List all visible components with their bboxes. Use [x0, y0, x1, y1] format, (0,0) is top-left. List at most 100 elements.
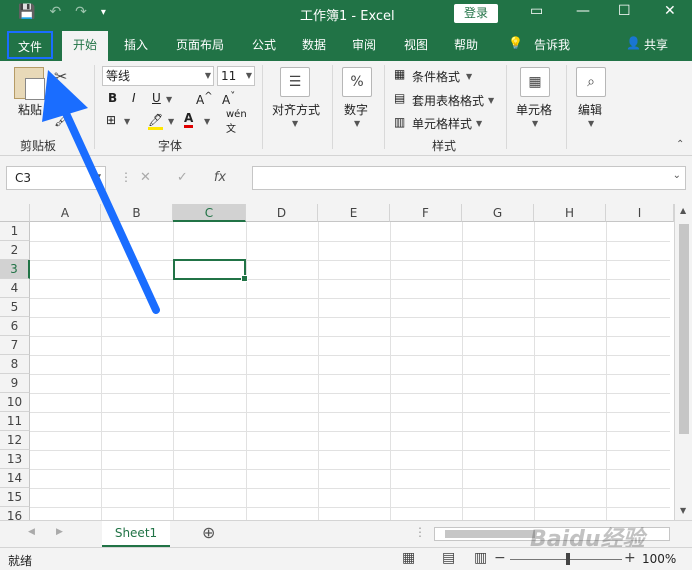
- tab-data[interactable]: 数据: [302, 36, 326, 53]
- italic-button[interactable]: I: [132, 91, 136, 105]
- borders-icon[interactable]: ⊞: [106, 113, 116, 127]
- collapse-ribbon-icon[interactable]: ⌃: [676, 139, 684, 150]
- cells-dropdown-icon[interactable]: ▼: [532, 119, 538, 128]
- cell-style-button[interactable]: 单元格样式: [412, 115, 472, 132]
- scroll-down-icon[interactable]: ▼: [680, 506, 686, 515]
- cell-style-dropdown-icon[interactable]: ▼: [476, 119, 482, 128]
- underline-dropdown-icon[interactable]: ▼: [166, 95, 172, 104]
- selected-cell-c3[interactable]: [173, 259, 248, 282]
- row-header[interactable]: 11: [0, 412, 30, 431]
- cells-button[interactable]: 单元格: [516, 101, 552, 118]
- editing-dropdown-icon[interactable]: ▼: [588, 119, 594, 128]
- column-header[interactable]: E: [318, 204, 390, 222]
- close-icon[interactable]: ✕: [664, 3, 676, 19]
- tab-page-layout[interactable]: 页面布局: [176, 36, 224, 53]
- font-name-select[interactable]: 等线 ▼: [102, 66, 214, 86]
- tab-home[interactable]: 开始: [62, 31, 108, 61]
- table-format-button[interactable]: 套用表格格式: [412, 92, 484, 109]
- row-header[interactable]: 13: [0, 450, 30, 469]
- font-size-select[interactable]: 11 ▼: [217, 66, 255, 86]
- add-sheet-icon[interactable]: ⊕: [202, 523, 215, 542]
- zoom-slider-thumb[interactable]: [566, 553, 570, 565]
- insert-function-icon[interactable]: fx: [214, 166, 226, 190]
- conditional-format-dropdown-icon[interactable]: ▼: [466, 72, 472, 81]
- row-header[interactable]: 4: [0, 279, 30, 298]
- normal-view-icon[interactable]: ▦: [402, 550, 415, 566]
- row-header-selected[interactable]: 3: [0, 260, 30, 279]
- redo-icon[interactable]: ↷: [75, 4, 87, 20]
- page-break-view-icon[interactable]: ▥: [474, 550, 487, 566]
- split-handle-icon[interactable]: ⋮: [414, 525, 426, 539]
- search-icon[interactable]: ⌕: [576, 67, 606, 97]
- alignment-button[interactable]: 对齐方式: [272, 101, 320, 118]
- row-header[interactable]: 14: [0, 469, 30, 488]
- decrease-font-icon[interactable]: A˅: [222, 91, 235, 107]
- ribbon-display-icon[interactable]: ▭: [530, 3, 543, 19]
- column-header[interactable]: G: [462, 204, 534, 222]
- tab-review[interactable]: 审阅: [352, 36, 376, 53]
- number-dropdown-icon[interactable]: ▼: [354, 119, 360, 128]
- font-color-dropdown-icon[interactable]: ▼: [204, 117, 210, 126]
- zoom-out-icon[interactable]: −: [494, 550, 506, 566]
- row-header[interactable]: 10: [0, 393, 30, 412]
- scrollbar-thumb[interactable]: [679, 224, 689, 434]
- table-format-dropdown-icon[interactable]: ▼: [488, 96, 494, 105]
- column-header[interactable]: I: [606, 204, 674, 222]
- row-header[interactable]: 7: [0, 336, 30, 355]
- row-header[interactable]: 2: [0, 241, 30, 260]
- number-button[interactable]: 数字: [344, 101, 368, 118]
- minimize-icon[interactable]: —: [576, 3, 590, 19]
- tab-help[interactable]: 帮助: [454, 36, 478, 53]
- percent-icon[interactable]: %: [342, 67, 372, 97]
- phonetic-icon[interactable]: wén 文: [226, 109, 247, 135]
- paste-icon[interactable]: [14, 67, 45, 100]
- row-header[interactable]: 15: [0, 488, 30, 507]
- share-button[interactable]: 共享: [644, 36, 668, 53]
- column-header[interactable]: B: [101, 204, 173, 222]
- tab-view[interactable]: 视图: [404, 36, 428, 53]
- align-icon[interactable]: ☰: [280, 67, 310, 97]
- underline-button[interactable]: U: [152, 91, 161, 105]
- conditional-format-button[interactable]: 条件格式: [412, 68, 460, 85]
- row-header[interactable]: 8: [0, 355, 30, 374]
- next-sheet-icon[interactable]: ▶: [56, 527, 63, 537]
- tell-me-search[interactable]: 告诉我: [534, 36, 570, 53]
- cut-icon[interactable]: ✂: [54, 67, 67, 86]
- row-header[interactable]: 9: [0, 374, 30, 393]
- page-layout-view-icon[interactable]: ▤: [442, 550, 455, 566]
- vertical-scrollbar[interactable]: ▲ ▼: [674, 204, 692, 520]
- borders-dropdown-icon[interactable]: ▼: [124, 117, 130, 126]
- confirm-icon[interactable]: ✓: [177, 166, 188, 190]
- fill-dropdown-icon[interactable]: ▼: [168, 117, 174, 126]
- undo-icon[interactable]: ↶: [49, 4, 61, 20]
- row-header[interactable]: 5: [0, 298, 30, 317]
- cancel-icon[interactable]: ✕: [140, 166, 151, 190]
- increase-font-icon[interactable]: A^: [196, 91, 213, 107]
- login-button[interactable]: 登录: [454, 4, 498, 23]
- font-color-icon[interactable]: A: [184, 111, 194, 128]
- cells-icon[interactable]: ▦: [520, 67, 550, 97]
- sheet-tab-sheet1[interactable]: Sheet1: [102, 521, 170, 547]
- save-icon[interactable]: 💾: [18, 4, 35, 20]
- prev-sheet-icon[interactable]: ◀: [28, 527, 35, 537]
- scroll-up-icon[interactable]: ▲: [680, 206, 686, 215]
- tab-file[interactable]: 文件: [7, 31, 53, 59]
- zoom-in-icon[interactable]: +: [624, 550, 636, 566]
- copy-icon[interactable]: ⧉: [54, 89, 64, 105]
- customize-qat-icon[interactable]: ▾: [101, 7, 106, 18]
- select-all-corner[interactable]: [0, 204, 30, 222]
- formula-input[interactable]: ⌄: [252, 166, 686, 190]
- row-header[interactable]: 12: [0, 431, 30, 450]
- column-header[interactable]: H: [534, 204, 606, 222]
- name-box[interactable]: C3 ▼: [6, 166, 106, 190]
- column-header[interactable]: F: [390, 204, 462, 222]
- row-header[interactable]: 16: [0, 507, 30, 520]
- row-header[interactable]: 1: [0, 222, 30, 241]
- format-painter-icon[interactable]: 🖌: [54, 113, 71, 128]
- tab-insert[interactable]: 插入: [124, 36, 148, 53]
- column-header-selected[interactable]: C: [173, 204, 246, 222]
- row-header[interactable]: 6: [0, 317, 30, 336]
- maximize-icon[interactable]: ☐: [618, 3, 631, 19]
- alignment-dropdown-icon[interactable]: ▼: [292, 119, 298, 128]
- scrollbar-thumb[interactable]: [445, 530, 535, 538]
